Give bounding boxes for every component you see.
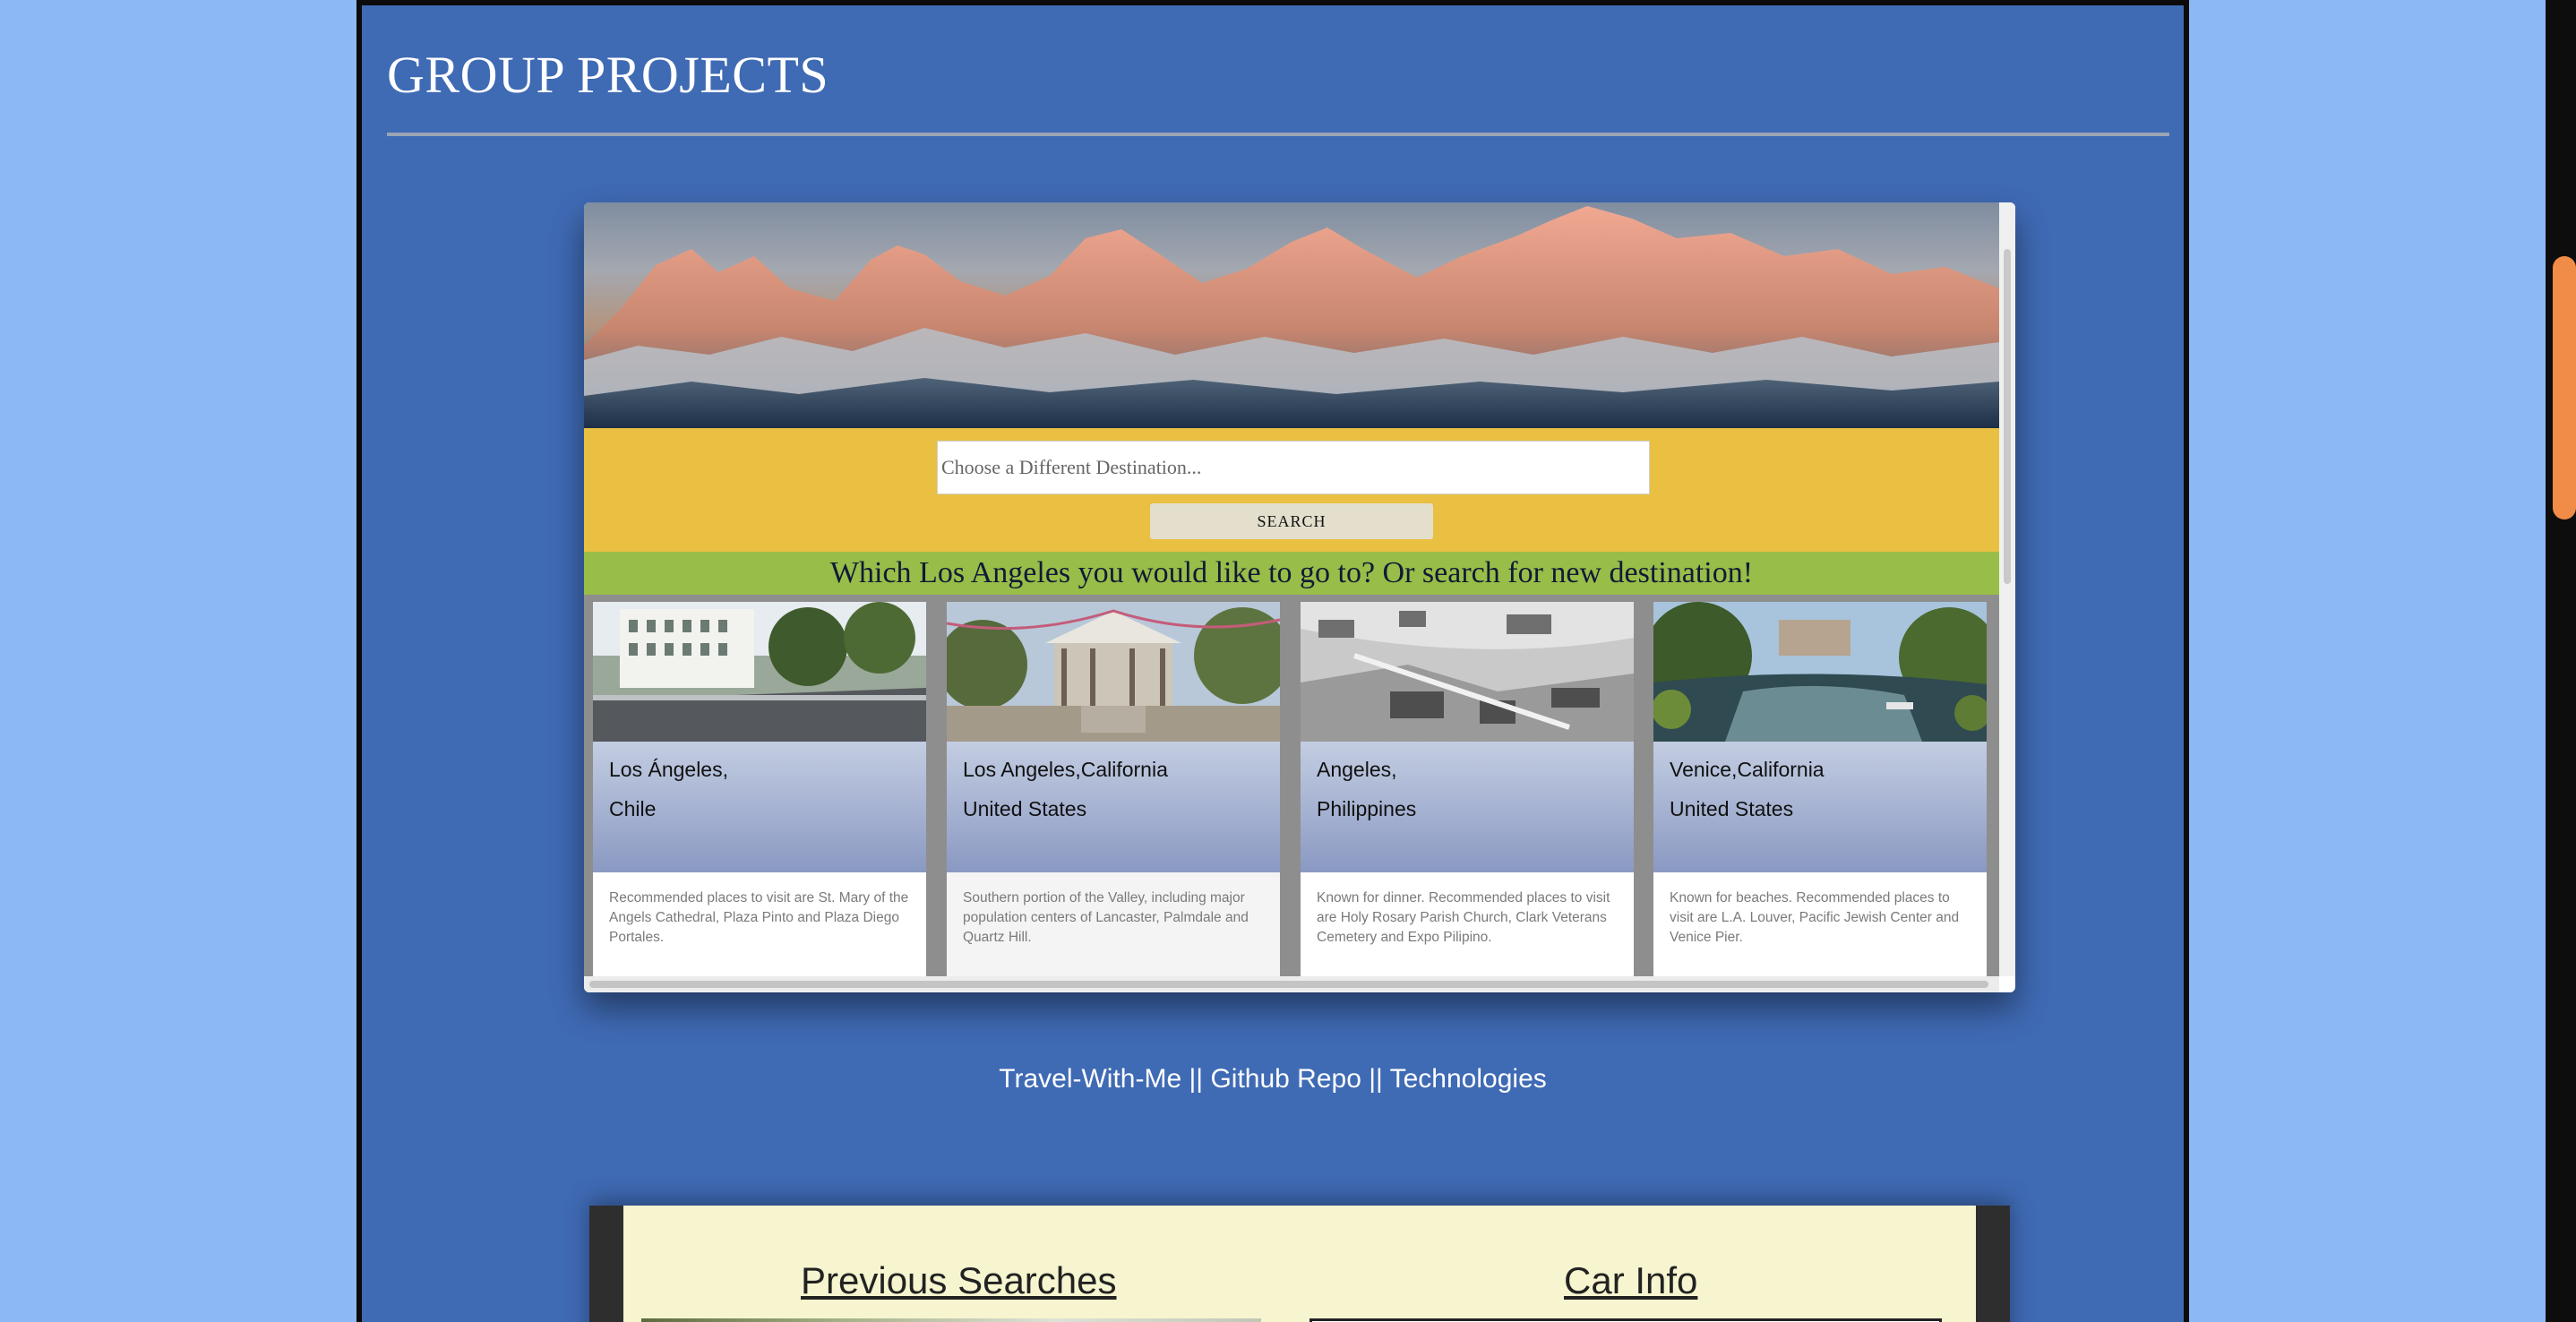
card-country: United States [963, 797, 1087, 820]
card-header: Angeles, Philippines [1301, 742, 1634, 872]
second-project-content: Previous Searches Car Info [623, 1206, 1976, 1322]
destination-card[interactable]: Los Angeles,California United States Sou… [947, 602, 1280, 978]
horizontal-scrollbar[interactable] [584, 976, 1999, 992]
car-info-title: Car Info [1564, 1259, 1698, 1301]
card-country: United States [1670, 797, 1794, 820]
card-header: Venice,California United States [1653, 742, 1987, 872]
destination-search-input[interactable] [937, 441, 1650, 494]
card-country: Chile [609, 797, 657, 820]
github-repo-link[interactable]: Github Repo [1210, 1064, 1361, 1094]
previous-searches-title: Previous Searches [801, 1259, 1117, 1301]
live-site-link[interactable]: Travel-With-Me [999, 1064, 1181, 1094]
card-description: Recommended places to visit are St. Mary… [609, 890, 909, 945]
link-separator: || [1189, 1064, 1204, 1094]
card-city: Los Angeles,California [963, 758, 1168, 781]
card-photo [593, 602, 926, 742]
search-band: SEARCH [584, 428, 1999, 552]
previous-search-image [641, 1318, 1261, 1322]
link-separator: || [1369, 1064, 1383, 1094]
mountain-banner-image [584, 202, 1999, 428]
card-city: Los Ángeles, [609, 758, 728, 781]
group-projects-section: GROUP PROJECTS Choose a Different Destin… [356, 0, 2189, 1322]
vertical-scroll-thumb[interactable] [2004, 249, 2011, 584]
destination-card[interactable]: Venice,California United States Known fo… [1653, 602, 1987, 978]
card-city: Venice,California [1670, 758, 1825, 781]
card-header: Los Angeles,California United States [947, 742, 1280, 872]
project-preview-frame[interactable]: SEARCH Which Los Angeles you would like … [584, 202, 2015, 992]
title-divider [387, 133, 2169, 136]
card-photo [1653, 602, 1987, 742]
page-scrollbar[interactable] [2546, 0, 2576, 1322]
card-header: Los Ángeles, Chile [593, 742, 926, 872]
card-description: Known for dinner. Recommended places to … [1317, 890, 1610, 945]
vertical-scrollbar[interactable] [1999, 202, 2015, 976]
card-country: Philippines [1317, 797, 1417, 820]
card-description: Known for beaches. Recommended places to… [1670, 890, 1960, 945]
second-project-frame[interactable]: Previous Searches Car Info [589, 1206, 2010, 1322]
project-links: Travel-With-Me || Github Repo || Technol… [362, 1064, 2184, 1095]
page-scroll-thumb[interactable] [2553, 256, 2576, 519]
section-title: GROUP PROJECTS [387, 46, 829, 104]
destination-cards: Los Ángeles, Chile Recommended places to… [584, 595, 1999, 978]
card-description: Southern portion of the Valley, includin… [963, 890, 1249, 945]
destination-card[interactable]: Los Ángeles, Chile Recommended places to… [593, 602, 926, 978]
destination-card[interactable]: Angeles, Philippines Known for dinner. R… [1301, 602, 1634, 978]
car-info-box [1309, 1318, 1942, 1322]
destination-prompt: Which Los Angeles you would like to go t… [584, 552, 1999, 595]
horizontal-scroll-thumb[interactable] [589, 981, 1988, 988]
card-photo [1301, 602, 1634, 742]
search-button[interactable]: SEARCH [1150, 503, 1433, 539]
card-photo [947, 602, 1280, 742]
technologies-link[interactable]: Technologies [1390, 1064, 1547, 1094]
card-city: Angeles, [1317, 758, 1397, 781]
